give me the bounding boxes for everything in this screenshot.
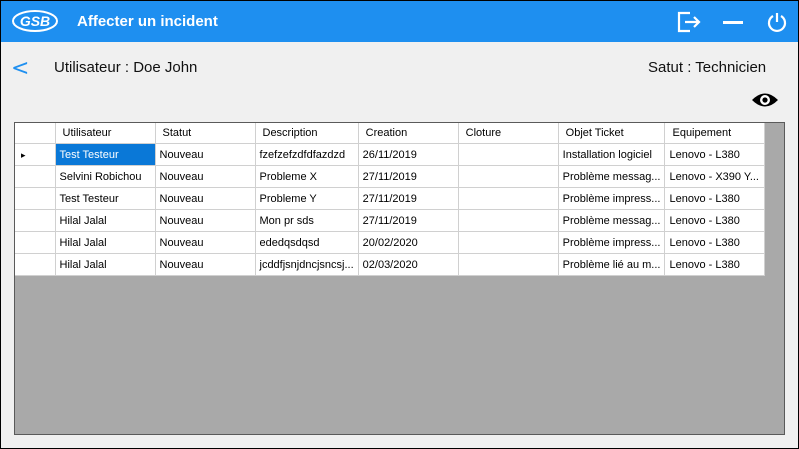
table-cell[interactable]: Nouveau [155,209,256,232]
column-header-cloture[interactable]: Cloture [458,123,559,144]
table-cell[interactable]: Installation logiciel [558,143,666,166]
app-window: GSB Affecter un incident < Utilisateur :… [1,1,798,448]
table-cell[interactable] [458,187,559,210]
minimize-button[interactable] [718,7,748,37]
table-cell[interactable]: Nouveau [155,231,256,254]
table-cell[interactable]: Nouveau [155,187,256,210]
table-cell[interactable]: Problème impress... [558,231,666,254]
column-header-description[interactable]: Description [255,123,359,144]
table-cell[interactable]: Probleme X [255,165,359,188]
table-cell[interactable]: Lenovo - L380 [664,231,766,254]
table-row[interactable]: Hilal Jalal Nouveau ededqsdqsd 20/02/202… [15,231,766,254]
logout-button[interactable] [674,7,704,37]
column-header-equipement[interactable]: Equipement [664,123,766,144]
table-cell[interactable]: Problème impress... [558,187,666,210]
table-cell[interactable]: Lenovo - L380 [664,187,766,210]
incidents-grid[interactable]: Utilisateur Statut Description Creation … [14,122,785,435]
table-row[interactable]: Hilal Jalal Nouveau jcddfjsnjdncjsncsj..… [15,253,766,276]
row-header-corner [15,123,56,144]
table-cell[interactable]: Nouveau [155,143,256,166]
table-header-row: Utilisateur Statut Description Creation … [15,123,766,144]
table-cell[interactable]: Hilal Jalal [55,209,156,232]
table-row[interactable]: Selvini Robichou Nouveau Probleme X 27/1… [15,165,766,188]
power-button[interactable] [762,7,792,37]
title-bar: GSB Affecter un incident [1,1,798,42]
row-header[interactable] [15,165,56,188]
table-cell[interactable] [458,209,559,232]
gsb-logo: GSB [12,10,58,32]
table-cell[interactable]: Hilal Jalal [55,253,156,276]
table-cell[interactable]: Problème messag... [558,209,666,232]
row-header[interactable]: ▸ [15,143,56,166]
table-cell[interactable] [458,143,559,166]
table-row[interactable]: Test Testeur Nouveau Probleme Y 27/11/20… [15,187,766,210]
table-cell[interactable]: Test Testeur [55,143,156,166]
table-cell[interactable]: Selvini Robichou [55,165,156,188]
table-cell[interactable]: 27/11/2019 [358,209,459,232]
table-cell[interactable]: Test Testeur [55,187,156,210]
table-cell[interactable]: 27/11/2019 [358,187,459,210]
table-cell[interactable]: 27/11/2019 [358,165,459,188]
table-cell[interactable]: Mon pr sds [255,209,359,232]
window-title: Affecter un incident [77,13,218,30]
row-header[interactable] [15,253,56,276]
column-header-creation[interactable]: Creation [358,123,459,144]
table-cell[interactable]: Problème messag... [558,165,666,188]
table-cell[interactable] [458,253,559,276]
column-header-utilisateur[interactable]: Utilisateur [55,123,156,144]
user-label: Utilisateur : Doe John [54,59,198,76]
table-cell[interactable]: ededqsdqsd [255,231,359,254]
column-header-statut[interactable]: Statut [155,123,256,144]
table-cell[interactable]: Probleme Y [255,187,359,210]
table-cell[interactable]: Nouveau [155,165,256,188]
table-cell[interactable]: Lenovo - L380 [664,253,766,276]
current-row-arrow-icon: ▸ [21,149,26,160]
table-cell[interactable]: Hilal Jalal [55,231,156,254]
eye-icon[interactable] [750,89,780,111]
table-cell[interactable]: 20/02/2020 [358,231,459,254]
table-cell[interactable]: Lenovo - L380 [664,209,766,232]
column-header-objet-ticket[interactable]: Objet Ticket [558,123,666,144]
row-header[interactable] [15,209,56,232]
status-label: Satut : Technicien [648,59,767,76]
table-cell[interactable]: Lenovo - L380 [664,143,766,166]
table-cell[interactable]: 26/11/2019 [358,143,459,166]
table-cell[interactable] [458,165,559,188]
table-cell[interactable]: Lenovo - X390 Y... [664,165,766,188]
incidents-table: Utilisateur Statut Description Creation … [15,123,766,276]
power-icon [767,13,787,33]
table-row[interactable]: ▸ Test Testeur Nouveau fzefzefzdfdfazdzd… [15,143,766,166]
back-button[interactable]: < [11,56,29,81]
row-header[interactable] [15,231,56,254]
table-row[interactable]: Hilal Jalal Nouveau Mon pr sds 27/11/201… [15,209,766,232]
row-header[interactable] [15,187,56,210]
logo-text: GSB [20,13,50,29]
table-cell[interactable]: fzefzefzdfdfazdzd [255,143,359,166]
table-cell[interactable]: jcddfjsnjdncjsncsj... [255,253,359,276]
table-cell[interactable]: Problème lié au m... [558,253,666,276]
minimize-icon [723,21,743,24]
table-cell[interactable] [458,231,559,254]
table-cell[interactable]: 02/03/2020 [358,253,459,276]
logout-icon [677,11,701,33]
table-cell[interactable]: Nouveau [155,253,256,276]
